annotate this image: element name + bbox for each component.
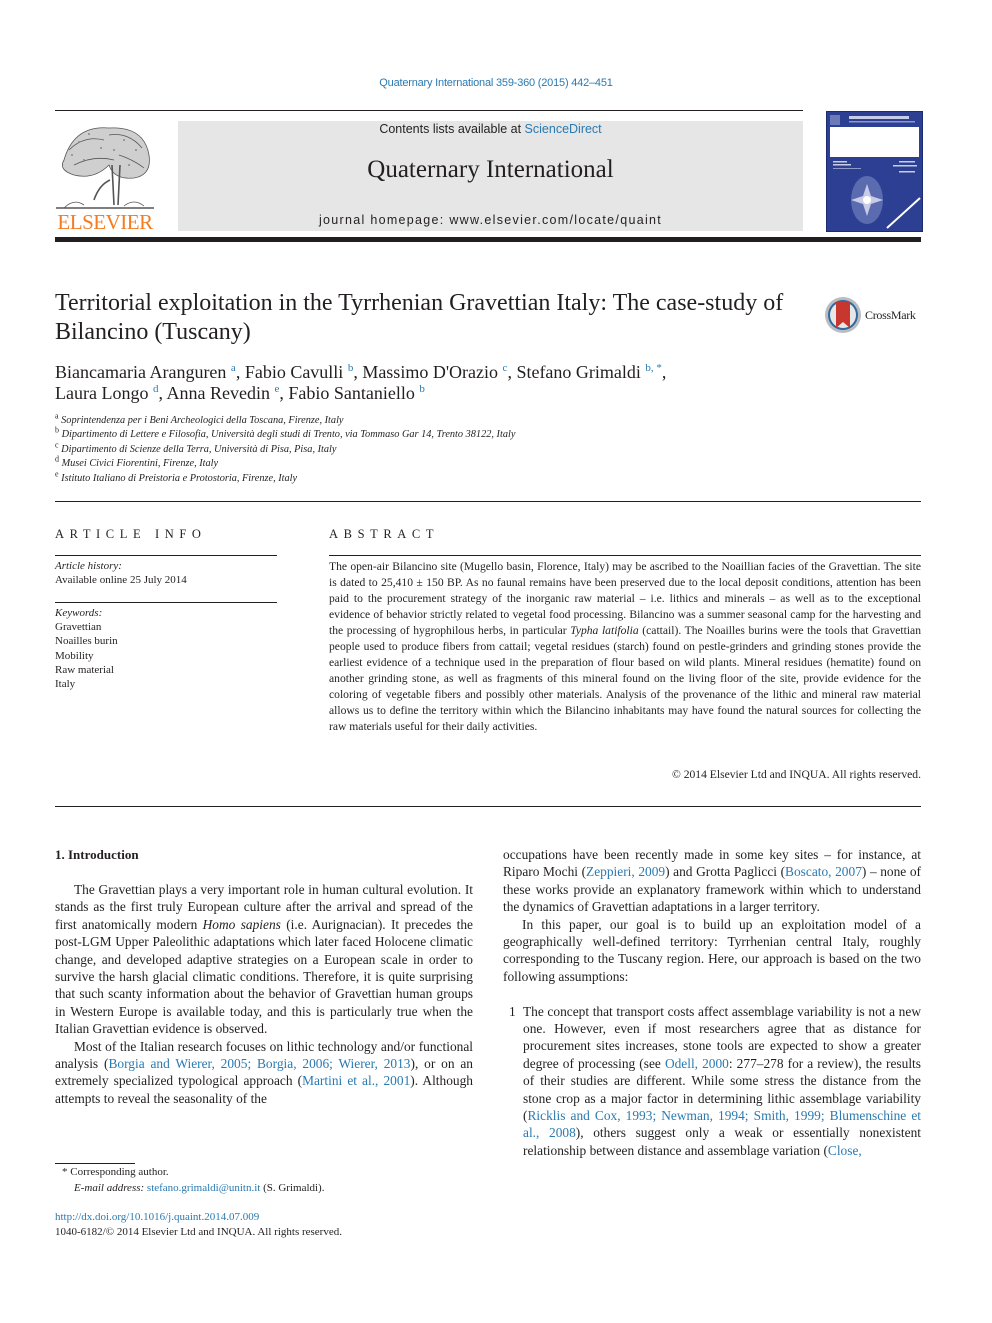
affiliation-item: a Soprintendenza per i Beni Archeologici… <box>55 411 344 426</box>
body-column-right: occupations have been recently made in s… <box>503 846 921 1159</box>
citation-link[interactable]: Martini et al., 2001 <box>302 1073 410 1088</box>
citation-link[interactable]: Close, <box>828 1143 862 1158</box>
elsevier-tree-icon <box>56 127 154 209</box>
author: Laura Longo d, <box>55 383 167 403</box>
article-history: Article history: Available online 25 Jul… <box>55 559 277 587</box>
abstract-copyright: © 2014 Elsevier Ltd and INQUA. All right… <box>671 768 921 781</box>
contents-prefix: Contents lists available at <box>379 122 525 136</box>
author: Fabio Cavulli b, <box>244 362 363 382</box>
affiliation-item: b Dipartimento di Lettere e Filosofia, U… <box>55 425 516 441</box>
author: Biancamaria Aranguren a, <box>55 362 245 382</box>
crossmark-icon <box>825 297 861 333</box>
elsevier-logo[interactable]: ELSEVIER <box>54 120 156 234</box>
homepage-prefix: journal homepage: <box>318 213 450 227</box>
article-info-rule <box>55 555 277 556</box>
keyword: Noailles burin <box>55 635 118 648</box>
paragraph: Most of the Italian research focuses on … <box>55 1038 473 1106</box>
affiliation-item: e Istituto Italiano di Preistoria e Prot… <box>55 469 298 484</box>
footnote-rule <box>55 1163 135 1164</box>
list-number: 1 <box>509 1003 516 1019</box>
section-divider <box>55 806 921 807</box>
crossmark-button[interactable]: CrossMark <box>824 296 924 334</box>
header-top-rule <box>55 110 803 111</box>
affiliation-list: a Soprintendenza per i Beni Archeologici… <box>55 411 915 486</box>
affiliation-link[interactable]: b, * <box>645 362 662 374</box>
keyword: Mobility <box>55 649 94 662</box>
journal-reference-link[interactable]: Quaternary International 359-360 (2015) … <box>0 77 992 89</box>
citation-link[interactable]: Borgia and Wierer, 2005; Borgia, 2006; W… <box>108 1056 410 1071</box>
history-label: Article history: <box>55 560 122 572</box>
journal-homepage-line: journal homepage: www.elsevier.com/locat… <box>178 213 803 227</box>
author: Massimo D'Orazio c, <box>362 362 517 382</box>
paragraph: In this paper, our goal is to build up a… <box>503 916 921 984</box>
article-info-rule <box>55 602 277 603</box>
author: Anna Revedin e, <box>166 383 289 403</box>
body-column-left: The Gravettian plays a very important ro… <box>55 881 473 1107</box>
keyword: Raw material <box>55 663 114 676</box>
journal-cover-thumbnail[interactable] <box>826 111 923 232</box>
paragraph: The Gravettian plays a very important ro… <box>55 882 473 1037</box>
article-info-heading: ARTICLE INFO <box>55 527 207 541</box>
sciencedirect-link[interactable]: ScienceDirect <box>525 122 602 136</box>
abstract-rule <box>329 555 921 556</box>
section-heading-introduction: 1. Introduction <box>55 847 139 862</box>
email-link[interactable]: stefano.grimaldi@unitn.it <box>147 1182 260 1194</box>
article-title: Territorial exploitation in the Tyrrheni… <box>55 290 784 345</box>
abstract-heading: ABSTRACT <box>329 527 440 541</box>
citation-link[interactable]: Boscato, 2007 <box>785 864 862 879</box>
author: Stefano Grimaldi b, *, <box>516 362 667 382</box>
journal-cover-icon <box>827 112 922 231</box>
author-list: Biancamaria Aranguren a, Fabio Cavulli b… <box>55 362 915 404</box>
affiliation-item: d Musei Civici Fiorentini, Firenze, Ital… <box>55 454 219 470</box>
keywords-label: Keywords: <box>55 607 103 619</box>
citation-link[interactable]: Odell, 2000 <box>665 1056 729 1071</box>
paragraph: occupations have been recently made in s… <box>503 847 921 915</box>
author: Fabio Santaniello b <box>288 383 425 403</box>
elsevier-wordmark: ELSEVIER <box>57 210 153 234</box>
email-note: E-mail address: stefano.grimaldi@unitn.i… <box>74 1181 325 1194</box>
assumption-list-item: 1 The concept that transport costs affec… <box>509 1003 921 1158</box>
affiliation-link[interactable]: b <box>419 383 425 395</box>
keywords-block: Keywords: Gravettian Noailles burin Mobi… <box>55 606 277 691</box>
affiliation-item: c Dipartimento di Scienze della Terra, U… <box>55 440 337 455</box>
crossmark-label: CrossMark <box>865 308 916 322</box>
issn-copyright-line: 1040-6182/© 2014 Elsevier Ltd and INQUA.… <box>55 1226 342 1238</box>
citation-link[interactable]: Zeppieri, 2009 <box>586 864 665 879</box>
corresponding-author-note: * Corresponding author. <box>62 1166 169 1178</box>
header-thick-rule <box>55 237 921 242</box>
contents-line: Contents lists available at ScienceDirec… <box>178 122 803 136</box>
keyword: Gravettian <box>55 621 102 634</box>
keyword: Italy <box>55 678 76 691</box>
doi-link[interactable]: http://dx.doi.org/10.1016/j.quaint.2014.… <box>55 1210 259 1226</box>
footnotes: * Corresponding author. E-mail address: … <box>62 1165 482 1196</box>
journal-header-box: Contents lists available at ScienceDirec… <box>178 121 803 231</box>
section-divider <box>55 501 921 502</box>
homepage-url-link[interactable]: www.elsevier.com/locate/quaint <box>449 213 662 227</box>
abstract-text: The open-air Bilancino site (Mugello bas… <box>329 560 921 733</box>
journal-title: Quaternary International <box>367 156 614 183</box>
history-value: Available online 25 July 2014 <box>55 574 187 587</box>
